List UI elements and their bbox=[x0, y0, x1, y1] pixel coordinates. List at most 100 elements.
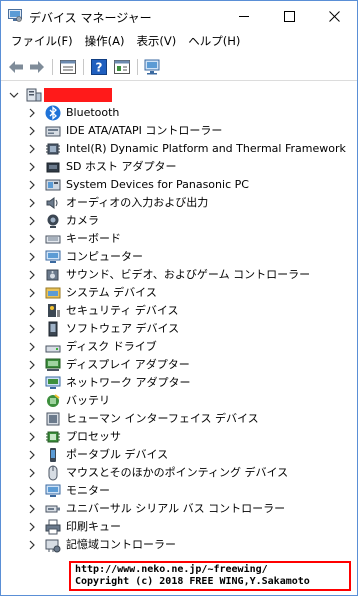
menu-help[interactable]: ヘルプ(H) bbox=[182, 31, 246, 51]
forward-button[interactable] bbox=[28, 58, 46, 76]
chevron-right-icon[interactable] bbox=[28, 144, 36, 154]
sd-card-icon bbox=[46, 162, 60, 173]
chevron-right-icon[interactable] bbox=[28, 450, 36, 460]
software-device-icon bbox=[48, 321, 58, 337]
tree-category[interactable]: ユニバーサル シリアル バス コントローラー bbox=[1, 500, 357, 518]
tree-category-label: コンピューター bbox=[66, 250, 143, 263]
chevron-right-icon[interactable] bbox=[28, 252, 36, 262]
tree-category[interactable]: カメラ bbox=[1, 212, 357, 230]
chevron-right-icon[interactable] bbox=[28, 342, 36, 352]
tree-category[interactable]: オーディオの入力および出力 bbox=[1, 194, 357, 212]
menu-action[interactable]: 操作(A) bbox=[79, 31, 131, 51]
system-folder-icon bbox=[45, 287, 61, 299]
help-icon: ? bbox=[91, 59, 107, 75]
tree-category-label: ディスク ドライブ bbox=[66, 340, 157, 353]
chevron-right-icon[interactable] bbox=[28, 126, 36, 136]
help-button[interactable]: ? bbox=[90, 58, 108, 76]
tree-category[interactable]: モニター bbox=[1, 482, 357, 500]
scan-hardware-button[interactable] bbox=[144, 58, 162, 76]
system-device-icon bbox=[45, 179, 61, 191]
tree-category[interactable]: Bluetooth bbox=[1, 104, 357, 122]
chevron-right-icon[interactable] bbox=[28, 432, 36, 442]
tree-category[interactable]: サウンド、ビデオ、およびゲーム コントローラー bbox=[1, 266, 357, 284]
tree-category-label: Intel(R) Dynamic Platform and Thermal Fr… bbox=[66, 142, 346, 155]
tree-category[interactable]: ヒューマン インターフェイス デバイス bbox=[1, 410, 357, 428]
minimize-icon bbox=[239, 15, 249, 17]
chevron-right-icon[interactable] bbox=[28, 414, 36, 424]
chevron-right-icon[interactable] bbox=[28, 540, 36, 550]
chevron-right-icon[interactable] bbox=[28, 324, 36, 334]
chevron-right-icon[interactable] bbox=[28, 108, 36, 118]
chevron-right-icon[interactable] bbox=[28, 486, 36, 496]
tree-category[interactable]: 記憶域コントローラー bbox=[1, 536, 357, 554]
minimize-button[interactable] bbox=[222, 1, 267, 31]
view-button[interactable] bbox=[113, 58, 131, 76]
tree-category[interactable]: ディスプレイ アダプター bbox=[1, 356, 357, 374]
tree-category[interactable]: Intel(R) Dynamic Platform and Thermal Fr… bbox=[1, 140, 357, 158]
tree-category[interactable]: ネットワーク アダプター bbox=[1, 374, 357, 392]
watermark-url: http://www.neko.ne.jp/~freewing/ bbox=[75, 564, 268, 575]
close-button[interactable] bbox=[312, 1, 357, 31]
view-icon bbox=[114, 60, 130, 74]
device-manager-icon bbox=[8, 9, 22, 22]
tree-category-label: System Devices for Panasonic PC bbox=[66, 178, 249, 191]
tree-category[interactable]: プロセッサ bbox=[1, 428, 357, 446]
chevron-right-icon[interactable] bbox=[28, 216, 36, 226]
chevron-right-icon[interactable] bbox=[28, 306, 36, 316]
properties-icon bbox=[60, 60, 76, 74]
chevron-right-icon[interactable] bbox=[28, 234, 36, 244]
tree-root[interactable] bbox=[1, 86, 357, 104]
tree-category[interactable]: コンピューター bbox=[1, 248, 357, 266]
monitor-icon bbox=[45, 484, 61, 497]
tree-category-label: カメラ bbox=[66, 214, 99, 227]
disk-drive-icon bbox=[45, 345, 61, 353]
computer-icon bbox=[45, 250, 61, 263]
back-button[interactable] bbox=[7, 58, 25, 76]
chevron-right-icon[interactable] bbox=[28, 378, 36, 388]
tree-category-label: ヒューマン インターフェイス デバイス bbox=[66, 412, 259, 425]
title-bar[interactable]: デバイス マネージャー bbox=[1, 1, 357, 31]
chevron-right-icon[interactable] bbox=[28, 360, 36, 370]
usb-icon bbox=[45, 505, 60, 513]
tree-category[interactable]: SD ホスト アダプター bbox=[1, 158, 357, 176]
tree-category[interactable]: キーボード bbox=[1, 230, 357, 248]
chevron-right-icon[interactable] bbox=[28, 270, 36, 280]
chevron-right-icon[interactable] bbox=[28, 162, 36, 172]
tree-category-label: プロセッサ bbox=[66, 430, 121, 443]
printer-icon bbox=[45, 519, 61, 535]
tree-category-label: ポータブル デバイス bbox=[66, 448, 169, 461]
chevron-right-icon[interactable] bbox=[28, 504, 36, 514]
menu-file[interactable]: ファイル(F) bbox=[5, 31, 79, 51]
chevron-right-icon[interactable] bbox=[28, 180, 36, 190]
tree-category[interactable]: ソフトウェア デバイス bbox=[1, 320, 357, 338]
tree-category[interactable]: ポータブル デバイス bbox=[1, 446, 357, 464]
ide-controller-icon bbox=[45, 126, 61, 137]
tree-category[interactable]: システム デバイス bbox=[1, 284, 357, 302]
chevron-right-icon[interactable] bbox=[28, 468, 36, 478]
tree-category[interactable]: セキュリティ デバイス bbox=[1, 302, 357, 320]
device-tree[interactable]: Bluetooth IDE ATA/ATAPI コントローラー Intel(R) D… bbox=[1, 82, 357, 562]
tree-category-label: マウスとそのほかのポインティング デバイス bbox=[66, 466, 289, 479]
chevron-right-icon[interactable] bbox=[28, 396, 36, 406]
tree-category[interactable]: IDE ATA/ATAPI コントローラー bbox=[1, 122, 357, 140]
tree-category-label: 記憶域コントローラー bbox=[66, 538, 176, 551]
chevron-down-icon[interactable] bbox=[9, 90, 19, 100]
tree-category[interactable]: バッテリ bbox=[1, 392, 357, 410]
chevron-right-icon[interactable] bbox=[28, 198, 36, 208]
tree-category[interactable]: 印刷キュー bbox=[1, 518, 357, 536]
properties-button[interactable] bbox=[59, 58, 77, 76]
chevron-right-icon[interactable] bbox=[28, 288, 36, 298]
watermark-copyright: Copyright (c) 2018 FREE WING,Y.Sakamoto bbox=[75, 576, 310, 587]
menu-view[interactable]: 表示(V) bbox=[130, 31, 182, 51]
bluetooth-icon bbox=[45, 105, 61, 121]
maximize-button[interactable] bbox=[267, 1, 312, 31]
watermark: http://www.neko.ne.jp/~freewing/ Copyrig… bbox=[69, 561, 351, 591]
processor-icon bbox=[46, 431, 60, 443]
tree-category[interactable]: ディスク ドライブ bbox=[1, 338, 357, 356]
chevron-right-icon[interactable] bbox=[28, 522, 36, 532]
arrow-right-icon bbox=[30, 61, 44, 73]
tree-category[interactable]: System Devices for Panasonic PC bbox=[1, 176, 357, 194]
tree-category[interactable]: マウスとそのほかのポインティング デバイス bbox=[1, 464, 357, 482]
tree-category-label: セキュリティ デバイス bbox=[66, 304, 179, 317]
device-manager-window: デバイス マネージャー ファイル(F) 操作(A) 表示(V) ヘルプ(H) ? bbox=[0, 0, 358, 596]
